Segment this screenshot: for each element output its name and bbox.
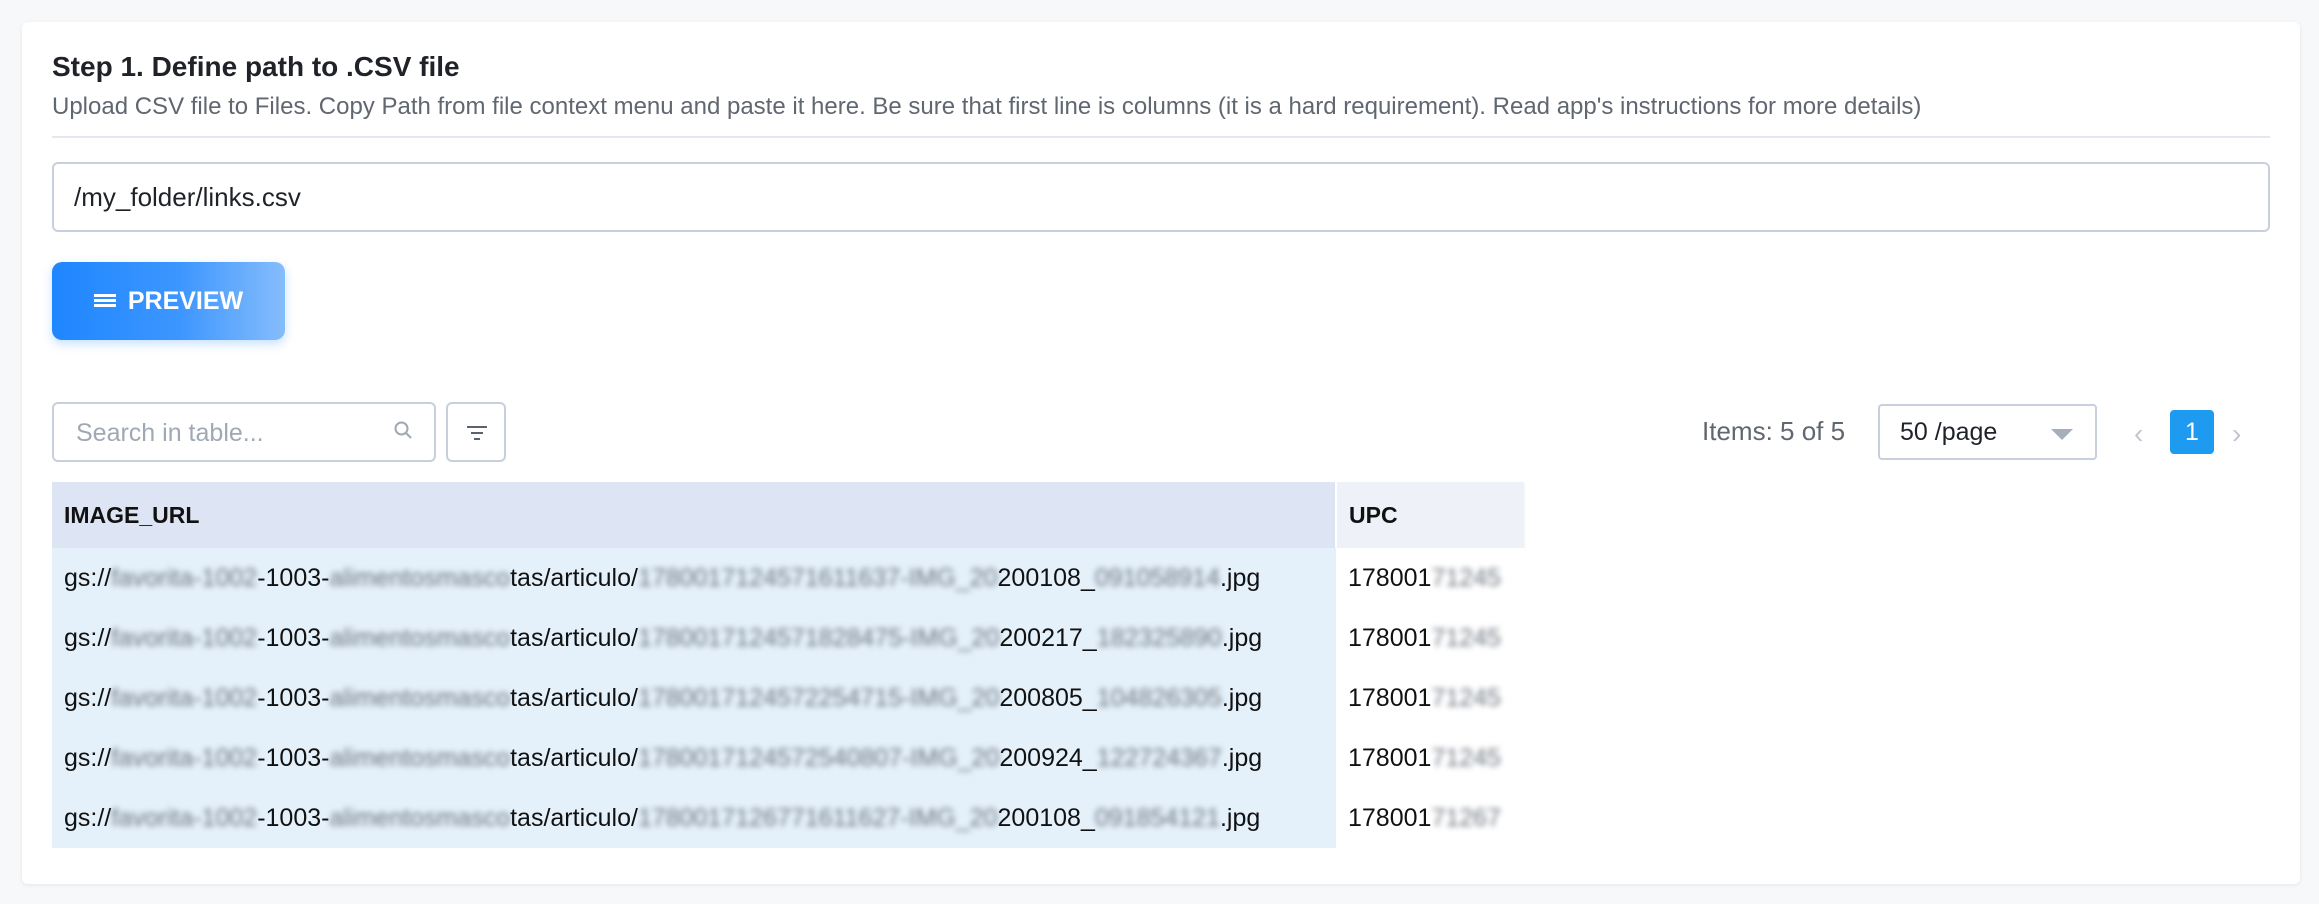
url-segment: 200108_: [997, 563, 1095, 592]
preview-button[interactable]: PREVIEW: [52, 262, 285, 340]
url-segment: .jpg: [1221, 683, 1263, 712]
chevron-left-icon[interactable]: ‹: [2134, 418, 2143, 450]
list-icon: [93, 294, 116, 308]
redacted-text: 1780017126771611627-IMG_20: [637, 803, 998, 832]
cell-upc: 17800171245: [1336, 548, 1524, 608]
url-segment: tas/articulo/: [510, 683, 638, 712]
search-box[interactable]: [52, 402, 436, 462]
upc-visible: 178001: [1348, 563, 1432, 592]
redacted-text: 71245: [1431, 743, 1501, 772]
redacted-text: alimentosmasco: [329, 683, 511, 712]
url-segment: 200217_: [999, 623, 1097, 652]
url-segment: gs://: [64, 623, 112, 652]
column-header-image-url[interactable]: IMAGE_URL: [52, 482, 1336, 548]
url-segment: 200924_: [999, 743, 1097, 772]
preview-button-label: PREVIEW: [127, 286, 244, 315]
cell-image-url: gs://favorita-1002-1003-alimentosmascota…: [52, 548, 1336, 608]
table-row[interactable]: gs://favorita-1002-1003-alimentosmascota…: [52, 668, 1524, 728]
page-size-select[interactable]: 50 /page: [1878, 404, 2097, 460]
redacted-text: 091058914: [1094, 563, 1220, 592]
redacted-text: favorita-1002: [111, 803, 258, 832]
redacted-text: favorita-1002: [111, 563, 258, 592]
redacted-text: 71245: [1431, 683, 1501, 712]
redacted-text: favorita-1002: [111, 683, 258, 712]
redacted-text: 1780017124571828475-IMG_20: [637, 623, 1000, 652]
filter-icon: [467, 426, 487, 442]
url-segment: -1003-: [257, 623, 330, 652]
redacted-text: 104826305: [1096, 683, 1222, 712]
url-segment: gs://: [64, 743, 112, 772]
redacted-text: 1780017124572254715-IMG_20: [637, 683, 1000, 712]
table-row[interactable]: gs://favorita-1002-1003-alimentosmascota…: [52, 548, 1524, 608]
cell-upc: 17800171245: [1336, 668, 1524, 728]
upc-visible: 178001: [1348, 743, 1432, 772]
cell-upc: 17800171245: [1336, 608, 1524, 668]
step-description: Upload CSV file to Files. Copy Path from…: [52, 93, 1922, 120]
redacted-text: 1780017124571611637-IMG_20: [637, 563, 998, 592]
pagination-current-page[interactable]: 1: [2170, 410, 2214, 454]
upc-visible: 178001: [1348, 803, 1432, 832]
table-row[interactable]: gs://favorita-1002-1003-alimentosmascota…: [52, 788, 1524, 848]
url-segment: -1003-: [257, 803, 330, 832]
url-segment: 200108_: [997, 803, 1095, 832]
url-segment: 200805_: [999, 683, 1097, 712]
table-header-row: IMAGE_URL UPC: [52, 482, 1524, 548]
url-segment: gs://: [64, 563, 112, 592]
upc-visible: 178001: [1348, 623, 1432, 652]
url-segment: .jpg: [1219, 563, 1261, 592]
url-segment: .jpg: [1221, 743, 1263, 772]
redacted-text: favorita-1002: [111, 623, 258, 652]
redacted-text: alimentosmasco: [329, 563, 511, 592]
url-segment: gs://: [64, 683, 112, 712]
url-segment: gs://: [64, 803, 112, 832]
redacted-text: 091854121: [1094, 803, 1220, 832]
url-segment: tas/articulo/: [510, 623, 638, 652]
redacted-text: 71267: [1431, 803, 1501, 832]
chevron-right-icon[interactable]: ›: [2232, 418, 2241, 450]
cell-upc: 17800171245: [1336, 728, 1524, 788]
cell-upc: 17800171267: [1336, 788, 1524, 848]
table-toolbar: Items: 5 of 5 50 /page ‹ 1 ›: [52, 402, 2270, 462]
redacted-text: alimentosmasco: [329, 743, 511, 772]
search-icon: [394, 421, 412, 439]
cell-image-url: gs://favorita-1002-1003-alimentosmascota…: [52, 788, 1336, 848]
preview-table: IMAGE_URL UPC gs://favorita-1002-1003-al…: [52, 482, 1524, 848]
redacted-text: 71245: [1431, 563, 1501, 592]
url-segment: tas/articulo/: [510, 563, 638, 592]
url-segment: tas/articulo/: [510, 803, 638, 832]
items-count: Items: 5 of 5: [1702, 416, 1846, 446]
step-content: Step 1. Define path to .CSV file Upload …: [52, 50, 2270, 848]
redacted-text: 122724367: [1096, 743, 1222, 772]
url-segment: .jpg: [1219, 803, 1261, 832]
url-segment: .jpg: [1221, 623, 1263, 652]
divider: [52, 136, 2270, 138]
redacted-text: 182325890: [1096, 623, 1222, 652]
cell-image-url: gs://favorita-1002-1003-alimentosmascota…: [52, 608, 1336, 668]
url-segment: -1003-: [257, 683, 330, 712]
redacted-text: alimentosmasco: [329, 803, 511, 832]
redacted-text: favorita-1002: [111, 743, 258, 772]
url-segment: -1003-: [257, 563, 330, 592]
redacted-text: alimentosmasco: [329, 623, 511, 652]
csv-path-input[interactable]: [52, 162, 2270, 232]
table-row[interactable]: gs://favorita-1002-1003-alimentosmascota…: [52, 728, 1524, 788]
redacted-text: 71245: [1431, 623, 1501, 652]
filter-button[interactable]: [446, 402, 506, 462]
cell-image-url: gs://favorita-1002-1003-alimentosmascota…: [52, 728, 1336, 788]
url-segment: tas/articulo/: [510, 743, 638, 772]
url-segment: -1003-: [257, 743, 330, 772]
chevron-down-icon: [2051, 429, 2073, 440]
redacted-text: 1780017124572540807-IMG_20: [637, 743, 1000, 772]
step-card: Step 1. Define path to .CSV file Upload …: [22, 22, 2300, 884]
table-search-input[interactable]: [74, 404, 378, 462]
upc-visible: 178001: [1348, 683, 1432, 712]
cell-image-url: gs://favorita-1002-1003-alimentosmascota…: [52, 668, 1336, 728]
step-title: Step 1. Define path to .CSV file: [52, 51, 460, 82]
page-size-value: 50 /page: [1900, 418, 1998, 446]
table-row[interactable]: gs://favorita-1002-1003-alimentosmascota…: [52, 608, 1524, 668]
column-header-upc[interactable]: UPC: [1335, 482, 1524, 548]
